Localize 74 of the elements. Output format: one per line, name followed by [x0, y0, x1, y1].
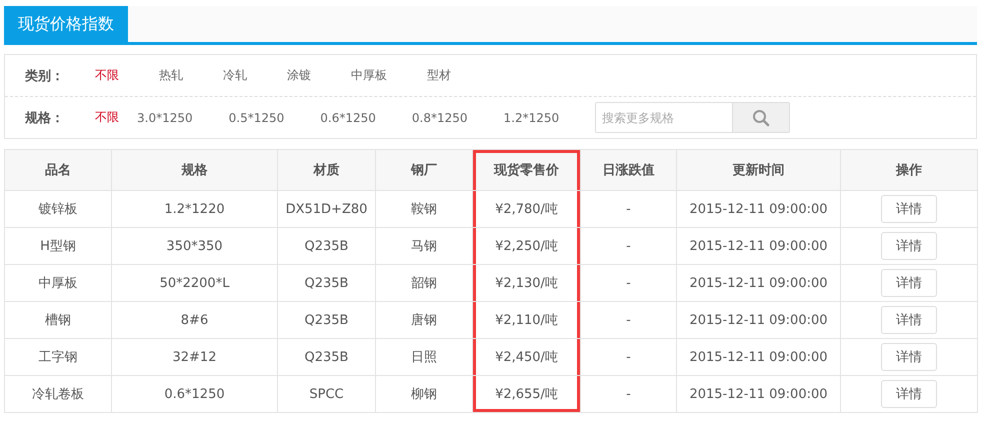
- table-cell: -: [580, 190, 676, 228]
- column-header: 规格: [112, 150, 278, 190]
- table-cell: Q235B: [278, 228, 376, 264]
- table-cell: 鞍钢: [376, 190, 472, 228]
- table-cell: 0.6*1250: [112, 376, 278, 412]
- table-cell: Q235B: [278, 264, 376, 302]
- column-header: 现货零售价: [472, 150, 580, 190]
- search-field[interactable]: 搜索更多规格: [595, 102, 790, 133]
- table-cell: 镀锌板: [4, 190, 112, 228]
- details-button[interactable]: 详情: [881, 380, 937, 408]
- table-cell: -: [580, 302, 676, 338]
- filter-option[interactable]: 0.6*1250: [320, 110, 376, 124]
- column-header: 钢厂: [376, 150, 472, 190]
- table-cell: 50*2200*L: [112, 264, 278, 302]
- table-cell: H型钢: [4, 228, 112, 264]
- table-cell: -: [580, 338, 676, 376]
- table-cell: 唐钢: [376, 302, 472, 338]
- table-cell: 日照: [376, 338, 472, 376]
- table-cell: 柳钢: [376, 376, 472, 412]
- table-cell: ¥2,110/吨: [472, 302, 580, 338]
- table-cell: 韶钢: [376, 264, 472, 302]
- table-cell: 槽钢: [4, 302, 112, 338]
- column-header: 日涨跌值: [580, 150, 676, 190]
- table-cell: ¥2,655/吨: [472, 376, 580, 412]
- table-cell: -: [580, 376, 676, 412]
- table-cell: 中厚板: [4, 264, 112, 302]
- table-cell: ¥2,130/吨: [472, 264, 580, 302]
- table-cell: -: [580, 228, 676, 264]
- table-cell: -: [580, 264, 676, 302]
- table-cell: 2015-12-11 09:00:00: [676, 190, 840, 228]
- table-cell: Q235B: [278, 302, 376, 338]
- table-cell: 2015-12-11 09:00:00: [676, 376, 840, 412]
- table-cell: ¥2,250/吨: [472, 228, 580, 264]
- filter-option[interactable]: 不限: [95, 109, 119, 126]
- table-cell: ¥2,780/吨: [472, 190, 580, 228]
- filter-label: 规格：: [25, 110, 65, 126]
- filter-option[interactable]: 1.2*1250: [504, 110, 560, 124]
- column-header: 操作: [840, 150, 978, 190]
- table-cell: 1.2*1220: [112, 190, 278, 228]
- filter-option[interactable]: 冷轧: [223, 67, 247, 84]
- table-cell: SPCC: [278, 376, 376, 412]
- table-cell: 冷轧卷板: [4, 376, 112, 412]
- table-cell: 2015-12-11 09:00:00: [676, 338, 840, 376]
- column-header: 材质: [278, 150, 376, 190]
- details-button[interactable]: 详情: [881, 195, 937, 223]
- details-button[interactable]: 详情: [881, 232, 937, 260]
- filter-option[interactable]: 0.5*1250: [228, 110, 284, 124]
- filter-option[interactable]: 3.0*1250: [137, 110, 193, 124]
- search-button[interactable]: [732, 103, 790, 132]
- details-button[interactable]: 详情: [881, 306, 937, 334]
- table-cell: 工字钢: [4, 338, 112, 376]
- table-cell: DX51D+Z80: [278, 190, 376, 228]
- details-button[interactable]: 详情: [881, 343, 937, 371]
- table-cell: 2015-12-11 09:00:00: [676, 228, 840, 264]
- filter-option[interactable]: 中厚板: [351, 67, 387, 84]
- filter-option[interactable]: 0.8*1250: [412, 110, 468, 124]
- table-cell: 32#12: [112, 338, 278, 376]
- table-cell: 2015-12-11 09:00:00: [676, 264, 840, 302]
- table-cell: ¥2,450/吨: [472, 338, 580, 376]
- filter-label: 类别：: [25, 68, 65, 84]
- filter-option[interactable]: 型材: [427, 67, 451, 84]
- column-header: 更新时间: [676, 150, 840, 190]
- filter-option[interactable]: 不限: [95, 67, 119, 84]
- column-header: 品名: [4, 150, 112, 190]
- table-cell: Q235B: [278, 338, 376, 376]
- filter-option[interactable]: 热轧: [159, 67, 183, 84]
- details-button[interactable]: 详情: [881, 269, 937, 297]
- search-icon: [752, 108, 770, 126]
- table-cell: 8#6: [112, 302, 278, 338]
- filter-option[interactable]: 涂镀: [287, 67, 311, 84]
- table-cell: 马钢: [376, 228, 472, 264]
- table-cell: 2015-12-11 09:00:00: [676, 302, 840, 338]
- table-cell: 350*350: [112, 228, 278, 264]
- tab[interactable]: 现货价格指数: [4, 6, 128, 42]
